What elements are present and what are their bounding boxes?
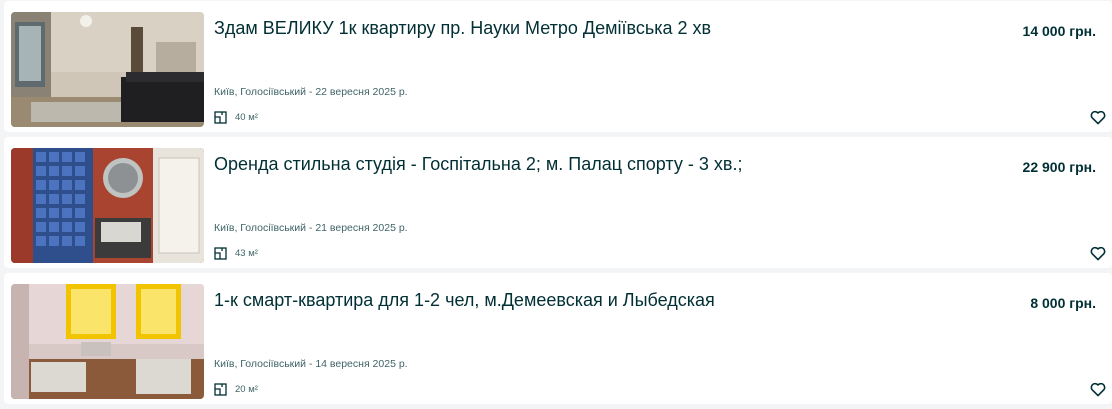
listing-area: 40 м² xyxy=(214,109,258,125)
listing-title[interactable]: Здам ВЕЛИКУ 1к квартиру пр. Науки Метро … xyxy=(214,17,974,39)
listing-card[interactable]: Здам ВЕЛИКУ 1к квартиру пр. Науки Метро … xyxy=(4,1,1112,132)
listing-photo[interactable] xyxy=(11,12,204,127)
heart-outline-icon[interactable] xyxy=(1088,107,1108,127)
listing-location-date: Київ, Голосіївський - 14 вересня 2025 р. xyxy=(214,358,408,370)
listing-location-date: Київ, Голосіївський - 22 вересня 2025 р. xyxy=(214,86,408,98)
listing-price: 22 900 грн. xyxy=(1022,159,1096,175)
floor-plan-icon xyxy=(214,110,227,124)
listing-price: 8 000 грн. xyxy=(1030,295,1096,311)
listing-photo[interactable] xyxy=(11,284,204,399)
floor-plan-icon xyxy=(214,246,227,260)
heart-outline-icon[interactable] xyxy=(1088,379,1108,399)
listing-area-value: 40 м² xyxy=(235,111,258,123)
listing-area: 20 м² xyxy=(214,381,258,397)
heart-outline-icon[interactable] xyxy=(1088,243,1108,263)
listing-area-value: 20 м² xyxy=(235,383,258,395)
listing-card[interactable]: Оренда стильна студія - Госпітальна 2; м… xyxy=(4,137,1112,268)
listing-area-value: 43 м² xyxy=(235,247,258,259)
listing-title[interactable]: 1-к смарт-квартира для 1-2 чел, м.Демеев… xyxy=(214,289,974,311)
listing-price: 14 000 грн. xyxy=(1022,23,1096,39)
listing-location-date: Київ, Голосіївський - 21 вересня 2025 р. xyxy=(214,222,408,234)
floor-plan-icon xyxy=(214,382,227,396)
listing-photo[interactable] xyxy=(11,148,204,263)
listing-card[interactable]: 1-к смарт-квартира для 1-2 чел, м.Демеев… xyxy=(4,273,1112,404)
listing-title[interactable]: Оренда стильна студія - Госпітальна 2; м… xyxy=(214,153,974,175)
listing-area: 43 м² xyxy=(214,245,258,261)
